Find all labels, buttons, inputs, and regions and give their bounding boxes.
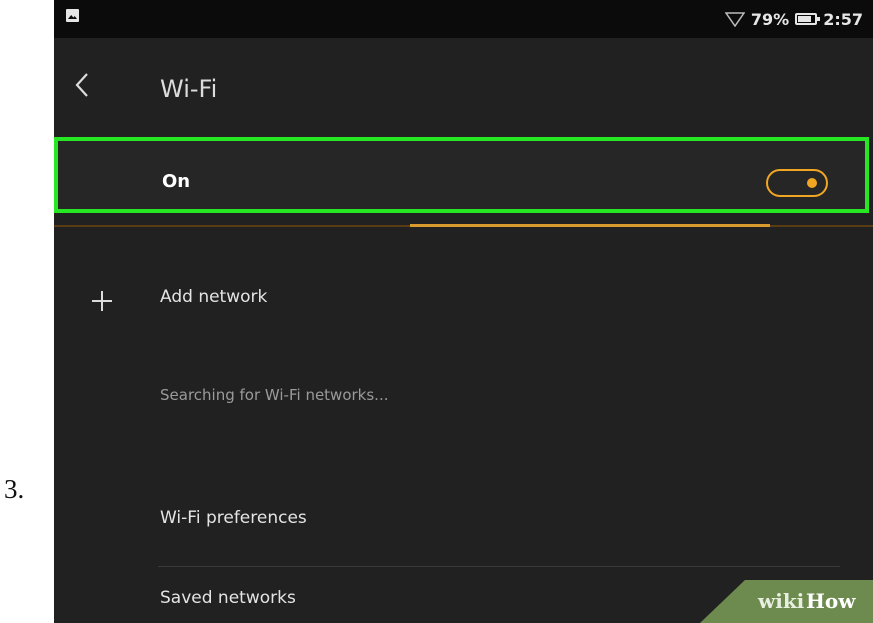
status-bar: 79% 2:57 [54,0,873,38]
wifi-signal-icon [724,11,745,27]
toggle-knob [807,178,817,188]
watermark-how: How [806,589,856,613]
wifi-preferences-item[interactable]: Wi-Fi preferences [160,508,307,528]
add-icon[interactable] [91,290,113,316]
page-title: Wi-Fi [160,75,218,103]
clock: 2:57 [823,9,863,29]
back-arrow-icon[interactable] [74,72,90,102]
watermark-wiki: wiki [758,589,805,613]
searching-status: Searching for Wi-Fi networks... [160,386,389,404]
add-network-button[interactable]: Add network [160,287,267,307]
gallery-notification-icon [66,9,79,22]
wikihow-watermark: wiki How [700,580,873,623]
status-indicators: 79% 2:57 [724,9,863,29]
divider [158,566,840,567]
battery-icon [795,13,821,25]
scan-progress-bar [410,224,770,227]
saved-networks-item[interactable]: Saved networks [160,588,296,608]
wifi-toggle-row[interactable]: On [54,137,869,213]
battery-percentage: 79% [750,9,790,29]
wifi-toggle-label: On [162,171,191,192]
step-number: 3. [4,474,25,504]
phone-screen: 79% 2:57 Wi-Fi On Add network Searching … [54,0,873,623]
wifi-toggle-switch[interactable] [766,169,828,197]
app-header: Wi-Fi [54,38,873,126]
